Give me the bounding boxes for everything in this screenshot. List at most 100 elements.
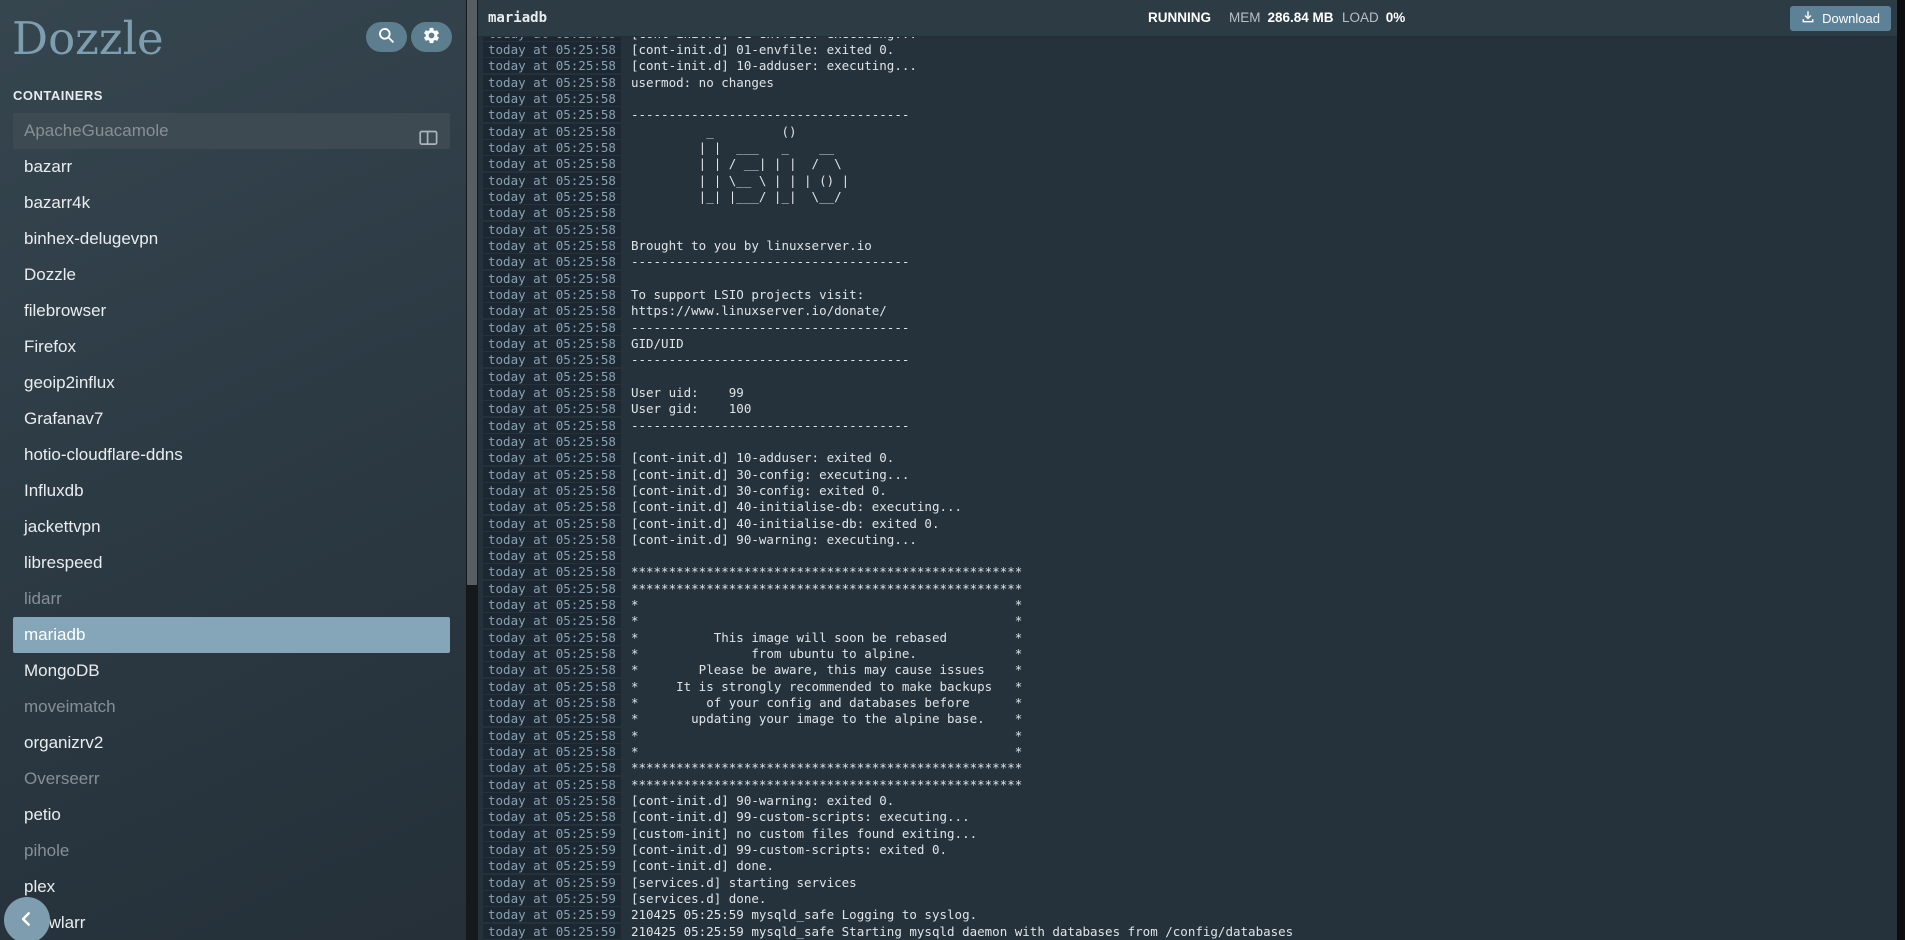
log-message: [cont-init.d] done.: [631, 858, 774, 873]
log-timestamp: today at 05:25:58: [483, 107, 621, 122]
sidebar-item-plex[interactable]: plex: [13, 869, 450, 905]
log-row: today at 05:25:58: [478, 221, 1897, 237]
log-timestamp: today at 05:25:58: [483, 450, 621, 465]
scrollbar-thumb[interactable]: [467, 0, 477, 585]
log-timestamp: today at 05:25:58: [483, 597, 621, 612]
log-scrollbar-track[interactable]: [1897, 0, 1905, 940]
memory-stat: MEM 286.84 MB: [1229, 10, 1334, 25]
sidebar-item-dozzle[interactable]: Dozzle: [13, 257, 450, 293]
container-name-label: hotio-cloudflare-ddns: [24, 445, 183, 464]
sidebar-item-bazarr4k[interactable]: bazarr4k: [13, 185, 450, 221]
log-row: today at 05:25:58 * *: [478, 727, 1897, 743]
sidebar-item-jackettvpn[interactable]: jackettvpn: [13, 509, 450, 545]
log-row: today at 05:25:58 usermod: no changes: [478, 74, 1897, 90]
log-message: -------------------------------------: [631, 418, 909, 433]
log-message: -------------------------------------: [631, 320, 909, 335]
sidebar-item-prowlarr[interactable]: prowlarr: [13, 905, 450, 940]
log-timestamp: today at 05:25:58: [483, 760, 621, 775]
sidebar-item-bazarr[interactable]: bazarr: [13, 149, 450, 185]
log-row: today at 05:25:58 **********************…: [478, 580, 1897, 596]
log-message: To support LSIO projects visit:: [631, 287, 864, 302]
log-message: * It is strongly recommended to make bac…: [631, 679, 1022, 694]
container-name-label: librespeed: [24, 553, 102, 572]
sidebar-collapse-button[interactable]: [4, 897, 50, 940]
sidebar-item-mariadb[interactable]: mariadb: [13, 617, 450, 653]
settings-button[interactable]: [411, 22, 452, 52]
download-button[interactable]: Download: [1790, 6, 1891, 31]
log-timestamp: today at 05:25:58: [483, 37, 621, 41]
sidebar-item-filebrowser[interactable]: filebrowser: [13, 293, 450, 329]
log-row: today at 05:25:58 * Please be aware, thi…: [478, 662, 1897, 678]
log-row: today at 05:25:58 [cont-init.d] 90-warni…: [478, 531, 1897, 547]
log-timestamp: today at 05:25:59: [483, 842, 621, 857]
sidebar-item-firefox[interactable]: Firefox: [13, 329, 450, 365]
sidebar-item-geoip2influx[interactable]: geoip2influx: [13, 365, 450, 401]
sidebar-item-mongodb[interactable]: MongoDB: [13, 653, 450, 689]
log-message: [custom-init] no custom files found exit…: [631, 826, 977, 841]
container-name-label: petio: [24, 805, 61, 824]
log-row: today at 05:25:58 https://www.linuxserve…: [478, 303, 1897, 319]
log-row: today at 05:25:58 **********************…: [478, 760, 1897, 776]
vertical-scrollbar[interactable]: [466, 0, 478, 940]
log-timestamp: today at 05:25:58: [483, 336, 621, 351]
sidebar-item-pihole[interactable]: pihole: [13, 833, 450, 869]
search-icon: [377, 26, 396, 48]
log-row: today at 05:25:58 [cont-init.d] 40-initi…: [478, 515, 1897, 531]
sidebar-item-binhex-delugevpn[interactable]: binhex-delugevpn: [13, 221, 450, 257]
log-row: today at 05:25:58 ----------------------…: [478, 417, 1897, 433]
log-timestamp: today at 05:25:59: [483, 891, 621, 906]
log-message: ****************************************…: [631, 777, 1022, 792]
log-timestamp: today at 05:25:58: [483, 711, 621, 726]
log-message: * of your config and databases before *: [631, 695, 1022, 710]
log-row: today at 05:25:58 | | ___ _ __: [478, 139, 1897, 155]
sidebar-item-organizrv2[interactable]: organizrv2: [13, 725, 450, 761]
sidebar-item-apacheguacamole[interactable]: ApacheGuacamole: [13, 113, 450, 149]
container-title: mariadb: [488, 10, 547, 26]
sidebar-item-librespeed[interactable]: librespeed: [13, 545, 450, 581]
log-row: today at 05:25:58: [478, 205, 1897, 221]
app-logo: Dozzle: [12, 12, 164, 65]
log-timestamp: today at 05:25:59: [483, 907, 621, 922]
log-row: today at 05:25:59 210425 05:25:59 mysqld…: [478, 923, 1897, 939]
sidebar-item-moveimatch[interactable]: moveimatch: [13, 689, 450, 725]
log-timestamp: today at 05:25:58: [483, 385, 621, 400]
sidebar-item-influxdb[interactable]: Influxdb: [13, 473, 450, 509]
log-timestamp: today at 05:25:58: [483, 695, 621, 710]
container-name-label: pihole: [24, 841, 69, 860]
log-message: * from ubuntu to alpine. *: [631, 646, 1022, 661]
container-name-label: binhex-delugevpn: [24, 229, 158, 248]
log-timestamp: today at 05:25:58: [483, 581, 621, 596]
log-row: today at 05:25:58 * This image will soon…: [478, 629, 1897, 645]
log-message: | | \__ \ | | | () |: [631, 173, 849, 188]
log-message: | | ___ _ __: [631, 140, 834, 155]
log-row: today at 05:25:58 ----------------------…: [478, 352, 1897, 368]
log-message: [services.d] done.: [631, 891, 766, 906]
log-row: today at 05:25:58 ----------------------…: [478, 107, 1897, 123]
log-message: [cont-init.d] 90-warning: executing...: [631, 532, 917, 547]
log-message: User gid: 100: [631, 401, 751, 416]
container-name-label: filebrowser: [24, 301, 106, 320]
sidebar-item-hotio-cloudflare-ddns[interactable]: hotio-cloudflare-ddns: [13, 437, 450, 473]
log-timestamp: today at 05:25:58: [483, 548, 621, 563]
log-row: today at 05:25:58 [cont-init.d] 90-warni…: [478, 792, 1897, 808]
log-message: _ (): [631, 124, 797, 139]
log-row: today at 05:25:58 * It is strongly recom…: [478, 678, 1897, 694]
log-message: https://www.linuxserver.io/donate/: [631, 303, 887, 318]
container-name-label: Influxdb: [24, 481, 84, 500]
log-timestamp: today at 05:25:58: [483, 467, 621, 482]
log-row: today at 05:25:58: [478, 368, 1897, 384]
sidebar-item-petio[interactable]: petio: [13, 797, 450, 833]
log-message: 210425 05:25:59 mysqld_safe Logging to s…: [631, 907, 977, 922]
log-row: today at 05:25:58 * *: [478, 743, 1897, 759]
search-button[interactable]: [366, 22, 407, 52]
log-row: today at 05:25:58 [cont-init.d] 10-addus…: [478, 58, 1897, 74]
log-row: today at 05:25:58: [478, 433, 1897, 449]
log-message: * *: [631, 613, 1022, 628]
log-row: today at 05:25:58: [478, 270, 1897, 286]
sidebar-item-overseerr[interactable]: Overseerr: [13, 761, 450, 797]
log-message: * *: [631, 597, 1022, 612]
sidebar-item-lidarr[interactable]: lidarr: [13, 581, 450, 617]
container-name-label: bazarr: [24, 157, 72, 176]
sidebar-item-grafanav7[interactable]: Grafanav7: [13, 401, 450, 437]
log-row: today at 05:25:58 |_| |___/ |_| \__/: [478, 188, 1897, 204]
